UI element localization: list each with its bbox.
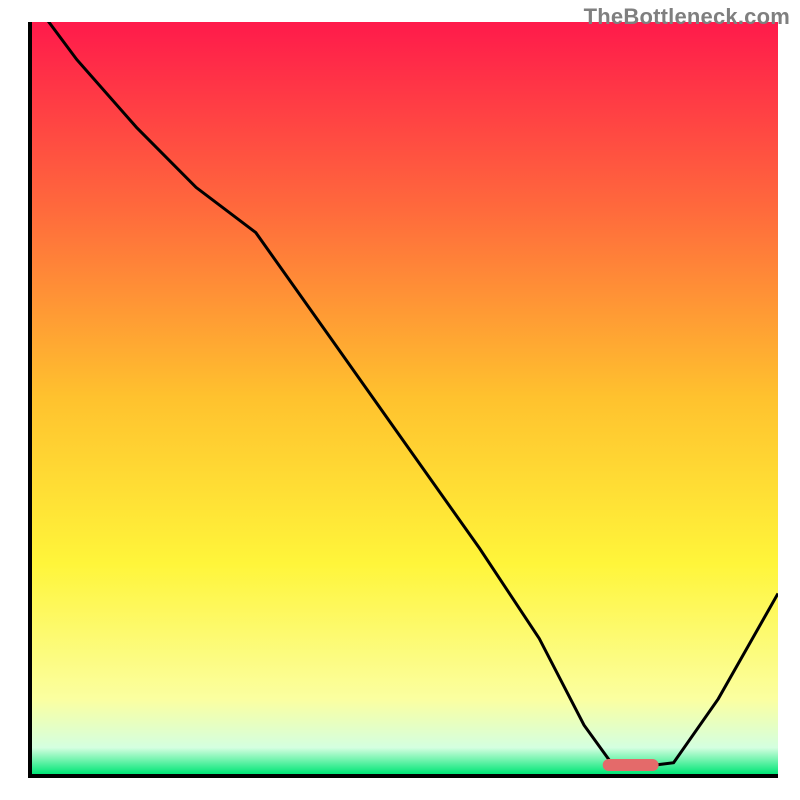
plot-svg bbox=[32, 22, 778, 774]
x-axis bbox=[28, 774, 778, 778]
chart-container: TheBottleneck.com bbox=[0, 0, 800, 800]
watermark-text: TheBottleneck.com bbox=[584, 4, 790, 30]
optimal-range-marker bbox=[603, 759, 659, 771]
plot-area bbox=[32, 22, 778, 774]
